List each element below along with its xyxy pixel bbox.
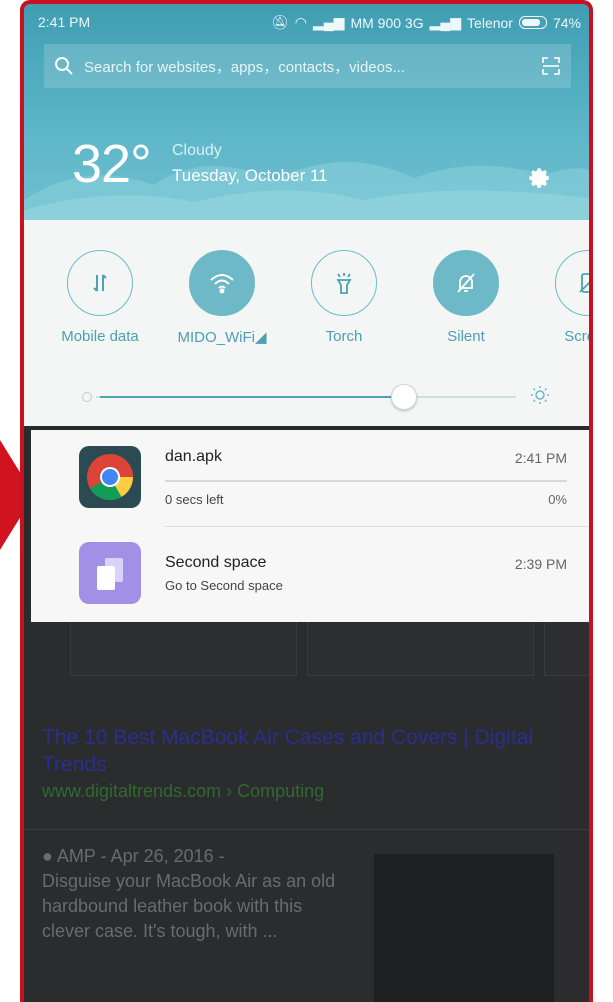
notification-time: 2:39 PM (514, 556, 567, 572)
weather-info: Cloudy Tuesday, October 11 (172, 142, 328, 186)
notification-second-space[interactable]: Second space 2:39 PM Go to Second space (31, 526, 589, 622)
gear-icon[interactable] (528, 167, 552, 196)
toggle-label: Screen (564, 328, 589, 345)
search-icon (44, 56, 84, 76)
signal-icon: ▂▄▆ (313, 14, 345, 30)
amp-icon: ● (42, 846, 53, 866)
download-percent: 0% (548, 492, 567, 507)
toggle-label: Silent (447, 328, 485, 345)
slider-fill (100, 396, 403, 398)
silent-status-icon: 🔕︎ (271, 14, 289, 30)
status-time: 2:41 PM (38, 14, 91, 30)
wifi-status-icon: ◠ (294, 14, 307, 30)
signal-icon: ▂▄▆ (429, 14, 462, 30)
weather-date: Tuesday, October 11 (172, 166, 328, 185)
slider-knob[interactable] (390, 384, 417, 410)
search-bar[interactable]: Search for websites，apps，contacts，videos… (44, 44, 571, 88)
toggle-mobile-data[interactable]: Mobile data (52, 250, 148, 345)
search-placeholder: Search for websites，apps，contacts，videos… (84, 58, 405, 76)
quick-settings-panel: Mobile data MIDO_WiFi◢ Torch Silent Scre… (24, 220, 589, 426)
notification-time: 2:41 PM (514, 450, 567, 466)
toggle-label: Torch (325, 328, 363, 345)
mobile-data-icon (67, 250, 133, 316)
status-bar: 2:41 PM 🔕︎ ◠ ▂▄▆ MM 900 3G ▂▄▆ Telenor 7… (38, 14, 581, 34)
toggle-label: Mobile data (61, 328, 139, 345)
snippet-meta: AMP - Apr 26, 2016 - (56, 846, 225, 866)
toggle-screenshot[interactable]: Screen (540, 250, 589, 345)
toggle-torch[interactable]: Torch (296, 250, 392, 345)
toggle-label: MIDO_WiFi◢ (177, 329, 267, 346)
notification-download[interactable]: dan.apk 2:41 PM 0 secs left 0% (31, 430, 589, 527)
chrome-icon (79, 446, 141, 508)
scan-icon[interactable] (531, 57, 571, 75)
brightness-low-icon (82, 392, 92, 402)
carrier-2: Telenor (467, 14, 513, 31)
search-result: The 10 Best MacBook Air Cases and Covers… (42, 724, 572, 802)
battery-percent: 74% (552, 14, 581, 31)
notifications-list: dan.apk 2:41 PM 0 secs left 0% Second sp… (31, 430, 589, 622)
notification-subtitle: 0 secs left (165, 492, 224, 507)
phone-screen: The 10 Best MacBook Air Cases and Covers… (20, 0, 593, 1002)
result-url: www.digitaltrends.com › Computing (42, 781, 325, 801)
silent-bell-icon (433, 250, 499, 316)
screenshot-icon (555, 250, 589, 316)
wifi-icon (189, 250, 255, 316)
notification-title: Second space (165, 554, 267, 571)
toggle-wifi[interactable]: MIDO_WiFi◢ (174, 250, 270, 346)
result-title: The 10 Best MacBook Air Cases and Covers… (42, 726, 534, 776)
second-space-icon (79, 542, 141, 604)
download-progress (165, 480, 567, 482)
notification-shade-header: 2:41 PM 🔕︎ ◠ ▂▄▆ MM 900 3G ▂▄▆ Telenor 7… (24, 4, 589, 220)
battery-icon (518, 16, 547, 29)
result-snippet: ● AMP - Apr 26, 2016 - Disguise your Mac… (42, 844, 342, 944)
background-browser-page: The 10 Best MacBook Air Cases and Covers… (24, 604, 589, 1002)
snippet-text: Disguise your MacBook Air as an old hard… (42, 871, 336, 941)
toggle-silent[interactable]: Silent (418, 250, 514, 345)
brightness-slider[interactable] (82, 384, 550, 410)
weather-temperature: 32° (72, 134, 152, 194)
brightness-high-icon (530, 385, 550, 410)
carrier-1: MM 900 3G (350, 14, 424, 31)
divider (24, 829, 589, 830)
torch-icon (311, 250, 377, 316)
notification-title: dan.apk (165, 448, 222, 465)
notification-subtitle: Go to Second space (165, 578, 283, 593)
weather-condition: Cloudy (172, 142, 222, 159)
result-thumbnail (374, 854, 554, 1002)
